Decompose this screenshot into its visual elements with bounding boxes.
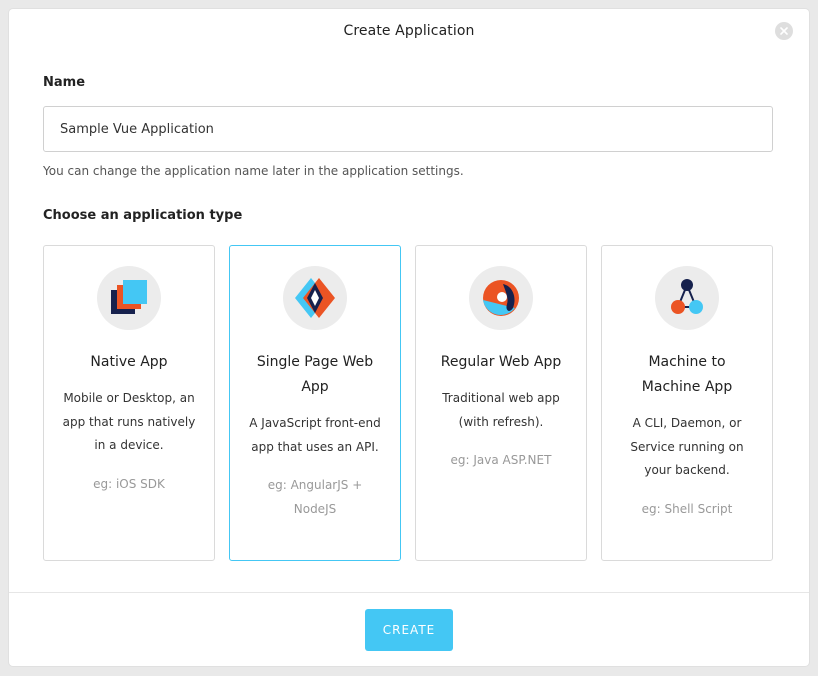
card-description: Traditional web app (with refresh). — [442, 391, 560, 429]
application-type-label: Choose an application type — [43, 208, 243, 223]
card-description: Mobile or Desktop, an app that runs nati… — [62, 391, 196, 452]
name-label: Name — [43, 75, 86, 90]
create-application-modal: Create Application Name You can change t… — [9, 9, 809, 666]
card-example: eg: Shell Script — [641, 501, 733, 516]
app-type-card-native[interactable]: Native App Mobile or Desktop, an app tha… — [43, 245, 215, 561]
app-type-card-spa[interactable]: Single Page Web App A JavaScript front-e… — [229, 245, 401, 561]
app-type-card-regular[interactable]: Regular Web App Traditional web app (wit… — [415, 245, 587, 561]
native-app-icon — [97, 266, 161, 330]
card-description: A CLI, Daemon, or Service running on you… — [630, 416, 744, 477]
card-example: eg: AngularJS + NodeJS — [267, 478, 363, 516]
name-help-text: You can change the application name late… — [43, 164, 464, 178]
close-icon — [780, 27, 788, 35]
app-type-card-m2m[interactable]: Machine to Machine App A CLI, Daemon, or… — [601, 245, 773, 561]
modal-title: Create Application — [343, 23, 475, 39]
card-title: Machine to Machine App — [641, 354, 733, 395]
card-title: Single Page Web App — [256, 354, 374, 395]
card-example: eg: iOS SDK — [93, 476, 165, 491]
application-type-cards: Native App Mobile or Desktop, an app tha… — [43, 245, 774, 561]
close-button[interactable] — [775, 22, 793, 40]
card-example: eg: Java ASP.NET — [450, 453, 552, 467]
modal-header: Create Application — [9, 9, 809, 53]
create-button[interactable]: CREATE — [365, 608, 453, 651]
regular-web-app-icon — [469, 266, 533, 330]
single-page-web-app-icon — [283, 266, 347, 330]
card-title: Native App — [90, 354, 168, 370]
card-description: A JavaScript front-end app that uses an … — [249, 416, 381, 454]
machine-to-machine-icon — [655, 266, 719, 330]
modal-footer: CREATE — [9, 592, 809, 666]
modal-body: Name You can change the application name… — [9, 53, 809, 561]
application-name-input[interactable] — [43, 106, 773, 152]
card-title: Regular Web App — [440, 354, 562, 370]
